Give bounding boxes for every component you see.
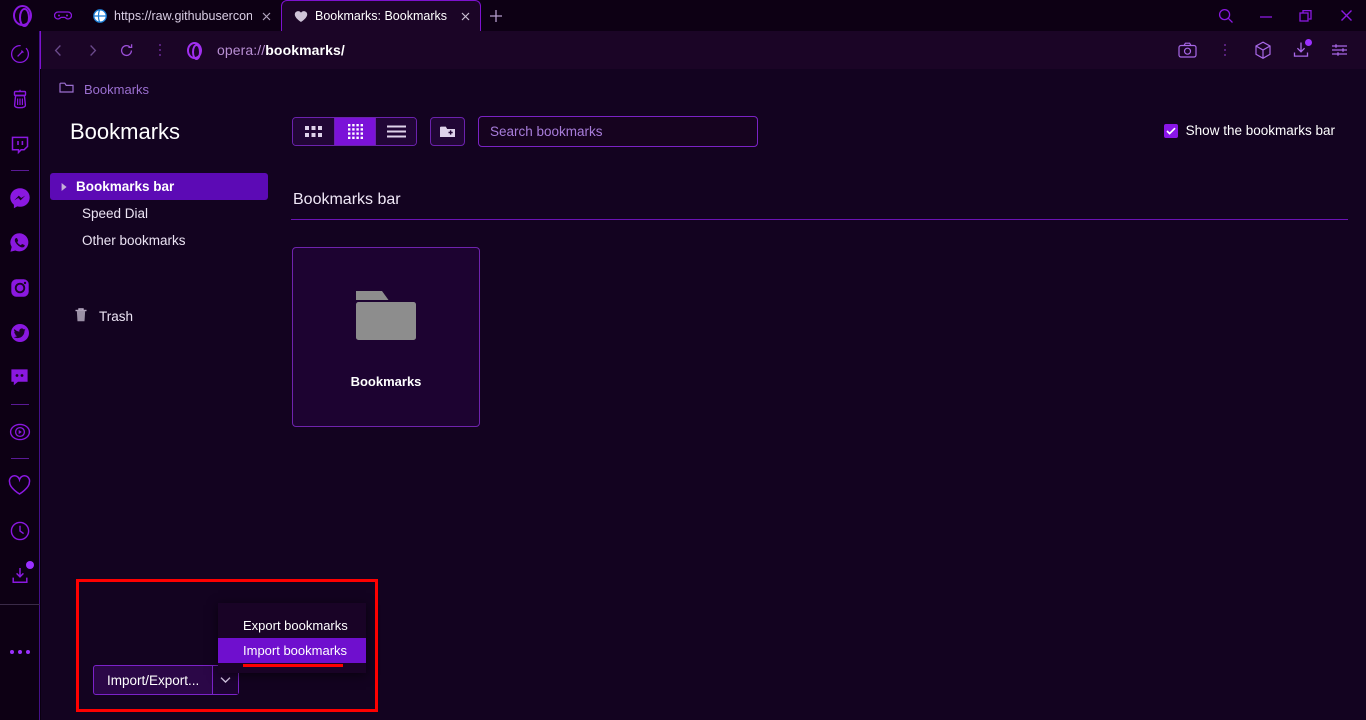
menu-item-label: Import bookmarks [243,643,348,658]
bookmarks-toolbar [292,116,758,147]
menu-item-import-bookmarks[interactable]: Import bookmarks [218,638,366,667]
bookmark-card-grid: Bookmarks [292,247,480,427]
import-export-label: Import/Export... [107,672,200,688]
small-grid-view-button[interactable] [334,118,375,145]
site-identity-icon[interactable] [177,41,211,60]
sidebar-item-messenger[interactable] [0,175,40,220]
sidebar-item-cleaner[interactable] [0,76,40,121]
page-menu-icon[interactable] [143,31,177,69]
opera-menu-button[interactable] [0,0,45,31]
tab-strip: https://raw.githubuserconte Bookmarks: B… [0,0,1366,31]
new-folder-button[interactable] [430,117,465,146]
url-path: bookmarks/ [265,42,345,58]
sidebar-item-downloads[interactable] [0,553,40,598]
annotation-underline [243,664,343,667]
tab-title: https://raw.githubuserconte [114,9,252,23]
new-tab-button[interactable] [481,0,511,31]
tree-item-label: Speed Dial [82,206,149,221]
caret-right-icon[interactable] [58,182,70,192]
tab-title: Bookmarks: Bookmarks bar [315,9,451,23]
search-bookmarks-box[interactable] [478,116,758,147]
reload-icon[interactable] [109,31,143,69]
url-text[interactable]: opera://bookmarks/ [217,42,345,58]
list-view-button[interactable] [375,118,416,145]
breadcrumb[interactable]: Bookmarks [59,81,149,97]
folder-icon [351,285,421,352]
url-scheme: opera:// [217,42,266,58]
sidebar-rail [0,31,40,720]
back-arrow-icon[interactable] [41,31,75,69]
opera-logo-icon [13,5,32,27]
bookmark-card-label: Bookmarks [350,374,422,389]
folder-tree: Bookmarks bar Speed Dial Other bookmarks [50,173,268,254]
forward-arrow-icon[interactable] [75,31,109,69]
close-icon[interactable] [1326,0,1366,31]
tree-item-label: Other bookmarks [82,233,186,248]
view-toggle-group [292,117,417,146]
trash-label: Trash [99,309,134,324]
folder-icon [59,81,74,97]
show-bookmarks-bar-checkbox[interactable] [1163,123,1178,138]
sidebar-item-broom[interactable] [0,31,40,76]
menu-item-export-bookmarks[interactable]: Export bookmarks [218,613,366,638]
cube-icon[interactable] [1244,31,1282,69]
sidebar-item-speed-dial[interactable]: Speed Dial [50,200,268,227]
sidebar-item-bookmarks-bar[interactable]: Bookmarks bar [50,173,268,200]
tab-1[interactable]: Bookmarks: Bookmarks bar [281,0,481,31]
sidebar-item-other-bookmarks[interactable]: Other bookmarks [50,227,268,254]
sidebar-item-twitch[interactable] [0,121,40,166]
rail-separator [10,404,29,405]
sidebar-item-instagram[interactable] [0,265,40,310]
tab-0[interactable]: https://raw.githubuserconte [81,1,281,31]
rail-separator [10,458,29,459]
sidebar-item-discord[interactable] [0,355,40,400]
heart-icon [293,9,308,24]
address-bar-dots-icon[interactable] [1206,31,1244,69]
close-icon[interactable] [458,9,473,24]
page-title: Bookmarks [70,119,181,144]
sidebar-item-history[interactable] [0,508,40,553]
gamepad-icon[interactable] [45,0,81,31]
menu-item-label: Export bookmarks [243,618,348,633]
sidebar-item-trash[interactable]: Trash [74,307,133,326]
rail-separator [10,170,29,171]
show-bookmarks-bar-row[interactable]: Show the bookmarks bar [1163,123,1335,138]
large-grid-view-button[interactable] [293,118,334,145]
search-input[interactable] [490,124,746,139]
address-bar: opera://bookmarks/ [40,31,1366,69]
tree-item-label: Bookmarks bar [76,179,175,194]
download-badge [1305,39,1312,46]
search-icon[interactable] [1206,0,1246,31]
section-divider [291,219,1348,220]
import-export-menu: Export bookmarks Import bookmarks [218,603,366,673]
restore-icon[interactable] [1286,0,1326,31]
browser-window: https://raw.githubuserconte Bookmarks: B… [0,0,1366,720]
camera-icon[interactable] [1168,31,1206,69]
bookmark-folder-card[interactable]: Bookmarks [292,247,480,427]
globe-icon [92,9,107,24]
sidebar-item-player[interactable] [0,409,40,454]
sidebar-item-whatsapp[interactable] [0,220,40,265]
downloads-badge [25,561,34,569]
sidebar-item-more[interactable] [0,629,40,674]
close-icon[interactable] [259,9,274,24]
section-title: Bookmarks bar [293,191,401,208]
sidebar-item-bookmarks[interactable] [0,463,40,508]
rail-divider [0,604,40,605]
address-bar-actions [1168,31,1358,69]
minimize-icon[interactable] [1246,0,1286,31]
bookmarks-page: Bookmarks Bookmarks Bookmarks bar Speed … [41,69,1366,720]
trash-icon [74,307,88,326]
breadcrumb-label: Bookmarks [84,81,150,97]
show-bookmarks-bar-label: Show the bookmarks bar [1185,123,1335,138]
easy-setup-icon[interactable] [1320,31,1358,69]
download-icon[interactable] [1282,31,1320,69]
sidebar-item-twitter[interactable] [0,310,40,355]
window-controls [1206,0,1366,31]
